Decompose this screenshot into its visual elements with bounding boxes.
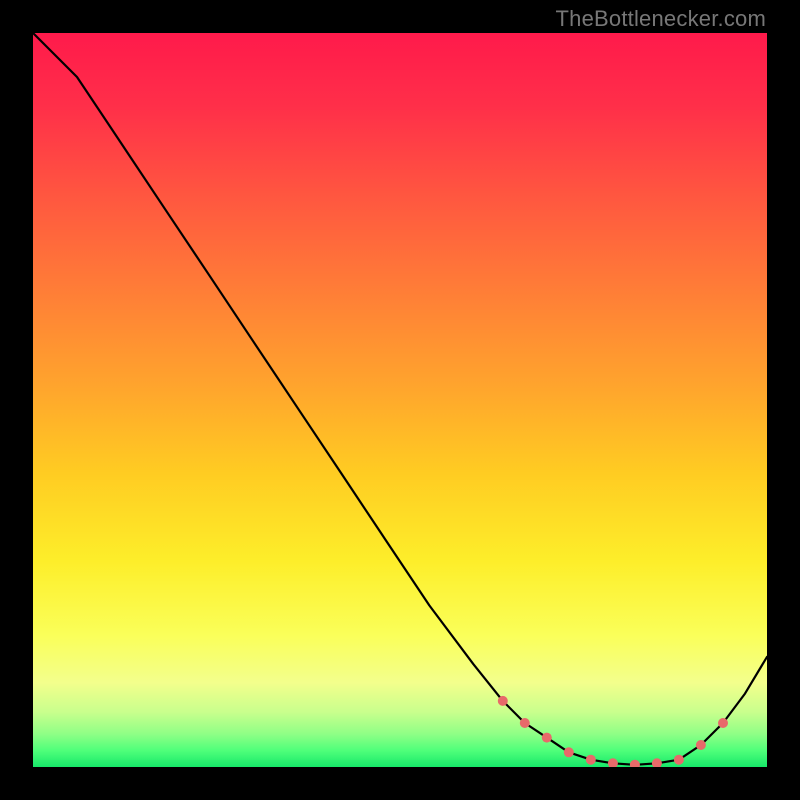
marker-dot <box>718 718 728 728</box>
marker-dot <box>674 755 684 765</box>
plot-area <box>33 33 767 767</box>
marker-dot <box>564 747 574 757</box>
chart-svg <box>33 33 767 767</box>
gradient-background <box>33 33 767 767</box>
marker-dot <box>520 718 530 728</box>
marker-dot <box>586 755 596 765</box>
marker-dot <box>542 733 552 743</box>
attribution-text: TheBottlenecker.com <box>556 6 766 32</box>
marker-dot <box>498 696 508 706</box>
marker-dot <box>696 740 706 750</box>
chart-stage: TheBottlenecker.com <box>0 0 800 800</box>
